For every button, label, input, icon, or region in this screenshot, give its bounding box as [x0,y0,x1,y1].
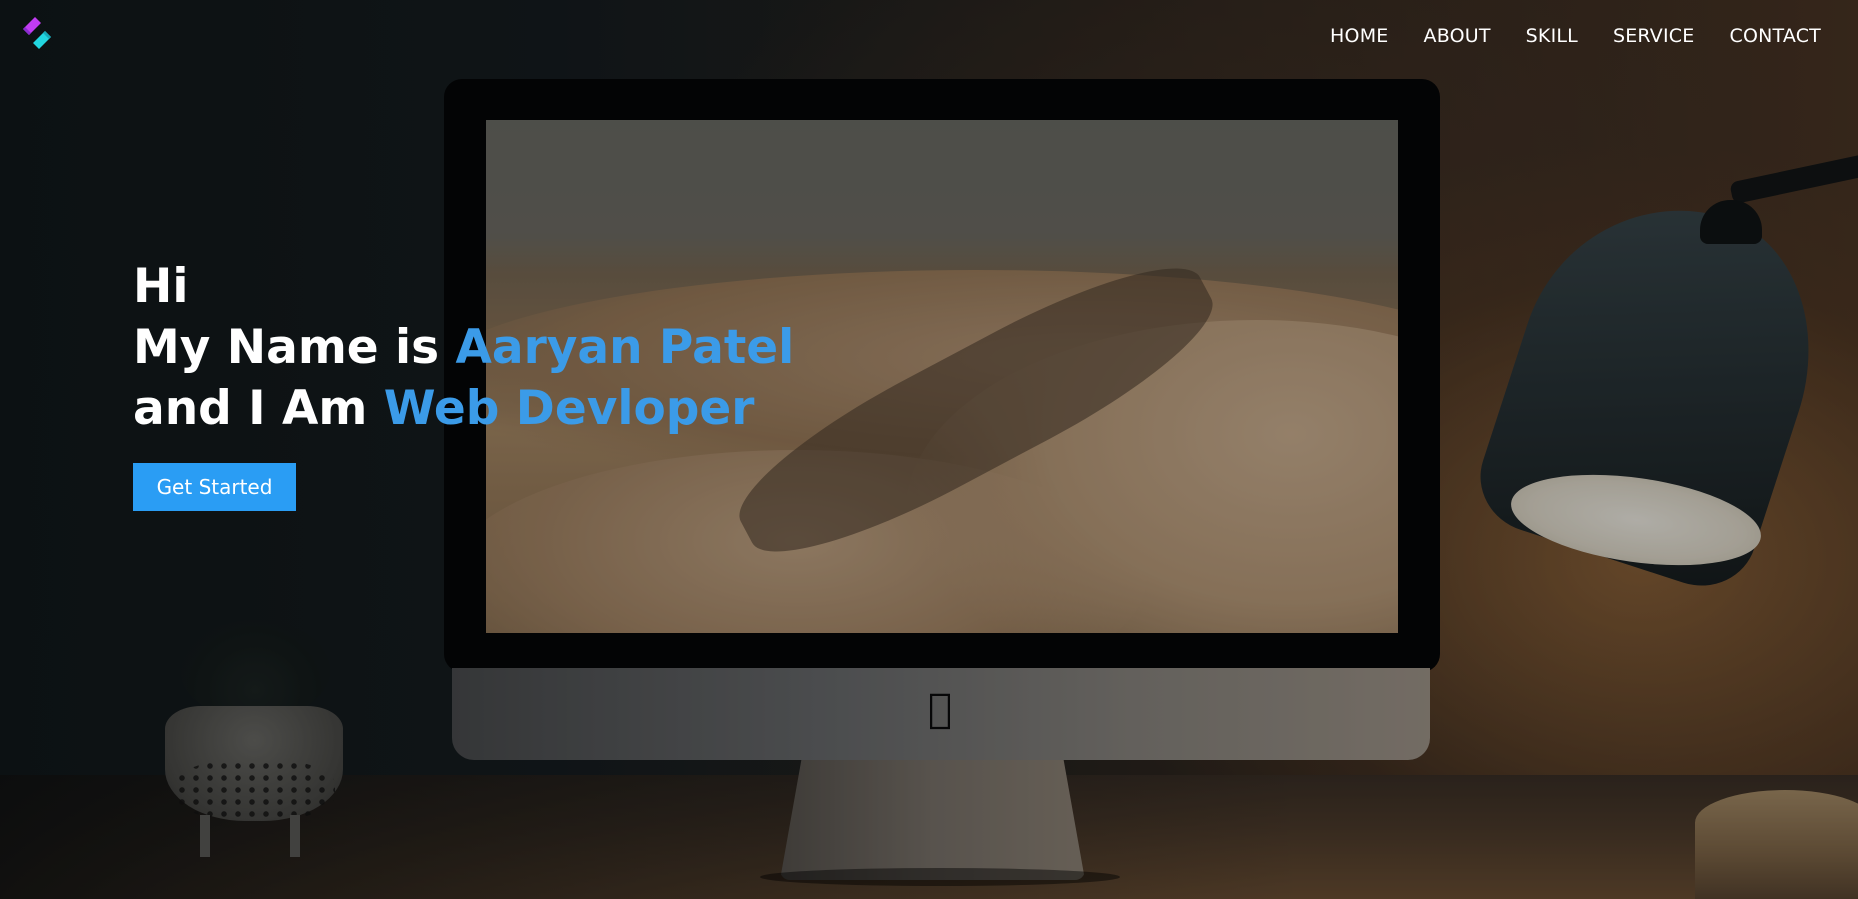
hero-heading: Hi My Name is Aaryan Patel and I Am Web … [133,256,794,439]
get-started-button[interactable]: Get Started [133,463,296,511]
nav-contact[interactable]: CONTACT [1729,25,1821,47]
dark-overlay [0,0,1858,899]
nav-home[interactable]: HOME [1330,25,1388,47]
name-prefix: My Name is [133,320,456,375]
hero-name: Aaryan Patel [455,320,795,375]
nav-service[interactable]: SERVICE [1613,25,1695,47]
hero-greeting: Hi [133,259,189,314]
dev-logo-icon[interactable] [19,15,55,51]
nav-about[interactable]: ABOUT [1424,25,1491,47]
role-prefix: and I Am [133,381,384,436]
hero-role-line: and I Am Web Devloper [133,378,794,439]
hero-role: Web Devloper [383,381,755,436]
main-nav: HOME ABOUT SKILL SERVICE CONTACT [1330,23,1821,49]
nav-skill[interactable]: SKILL [1526,25,1578,47]
hero-background:  [0,0,1858,899]
hero-name-line: My Name is Aaryan Patel [133,317,794,378]
